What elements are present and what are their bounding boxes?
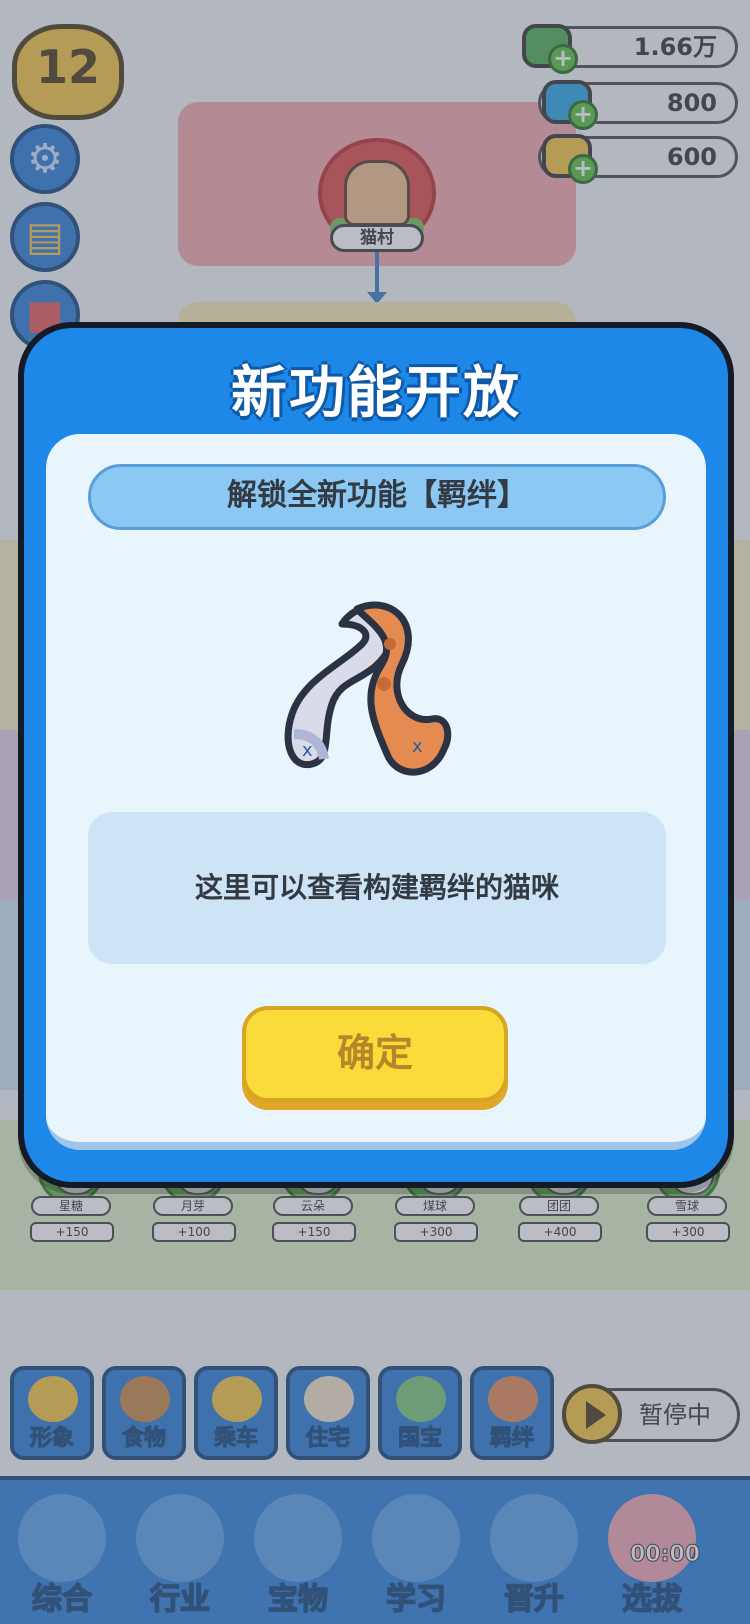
svg-text:x: x: [412, 736, 423, 757]
unlock-subtitle: 解锁全新功能【羁绊】: [88, 464, 666, 530]
new-feature-dialog: 新功能开放 解锁全新功能【羁绊】 x x 这里可以查看构建羁绊的猫咪 确定: [18, 322, 734, 1188]
bond-tails-icon: x x: [284, 601, 452, 776]
dialog-title: 新功能开放: [231, 361, 521, 426]
feature-description: 这里可以查看构建羁绊的猫咪: [88, 812, 666, 964]
dialog-body: 解锁全新功能【羁绊】 x x 这里可以查看构建羁绊的猫咪 确定: [46, 434, 706, 1150]
svg-text:x: x: [302, 740, 313, 761]
confirm-button[interactable]: 确定: [242, 1006, 508, 1102]
